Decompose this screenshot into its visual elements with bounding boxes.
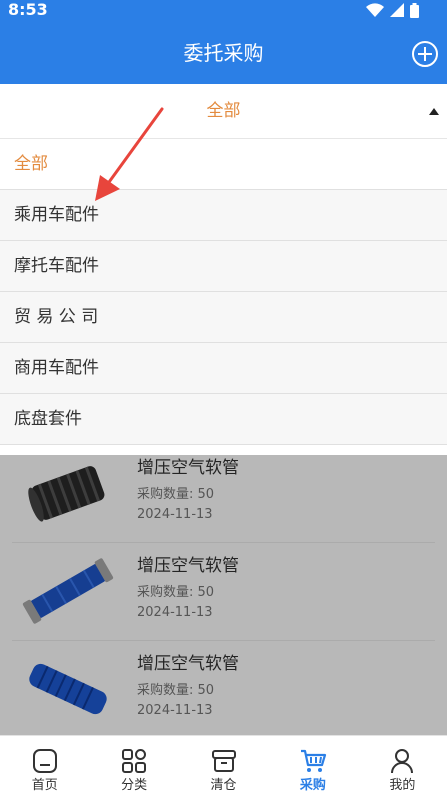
red-arrow-annotation	[95, 107, 164, 201]
user-icon	[391, 749, 414, 774]
tab-label: 首页	[31, 778, 58, 793]
battery-icon	[410, 2, 419, 18]
home-icon	[32, 749, 57, 773]
cart-icon	[300, 749, 327, 772]
add-icon[interactable]	[411, 40, 439, 68]
category-dropdown[interactable]: 全部	[0, 84, 447, 139]
option-passenger-car-parts[interactable]: 乘用车配件	[0, 190, 447, 241]
status-time: 8:53	[8, 0, 48, 19]
wifi-icon	[366, 3, 384, 17]
tab-label: 我的	[389, 778, 416, 793]
option-trading-company[interactable]: 贸 易 公 司	[0, 292, 447, 343]
status-bar: 8:53	[0, 0, 447, 22]
bottom-tab-bar: 首页 分类 清仓 采购 我的	[0, 735, 447, 798]
app-header: 委托采购	[0, 22, 447, 84]
tab-category[interactable]: 分类	[89, 736, 178, 798]
status-icons	[366, 2, 419, 18]
box-icon	[211, 750, 236, 772]
tab-label: 采购	[299, 778, 326, 793]
option-chassis-kits[interactable]: 底盘套件	[0, 394, 447, 445]
page-title: 委托采购	[183, 41, 264, 65]
tab-mine[interactable]: 我的	[358, 736, 447, 798]
tab-home[interactable]: 首页	[0, 736, 89, 798]
tab-label: 清仓	[210, 778, 237, 793]
option-motorcycle-parts[interactable]: 摩托车配件	[0, 241, 447, 292]
dropdown-current-value: 全部	[206, 101, 241, 121]
option-all[interactable]: 全部	[0, 139, 447, 190]
option-commercial-vehicle-parts[interactable]: 商用车配件	[0, 343, 447, 394]
tab-label: 分类	[121, 778, 148, 793]
tab-clearance[interactable]: 清仓	[179, 736, 268, 798]
dropdown-options: 全部 乘用车配件 摩托车配件 贸 易 公 司 商用车配件 底盘套件	[0, 139, 447, 445]
dim-overlay[interactable]	[0, 455, 447, 735]
tab-purchase[interactable]: 采购	[268, 736, 357, 798]
grid-icon	[122, 749, 147, 773]
signal-icon	[390, 3, 404, 17]
caret-up-icon	[429, 108, 439, 115]
